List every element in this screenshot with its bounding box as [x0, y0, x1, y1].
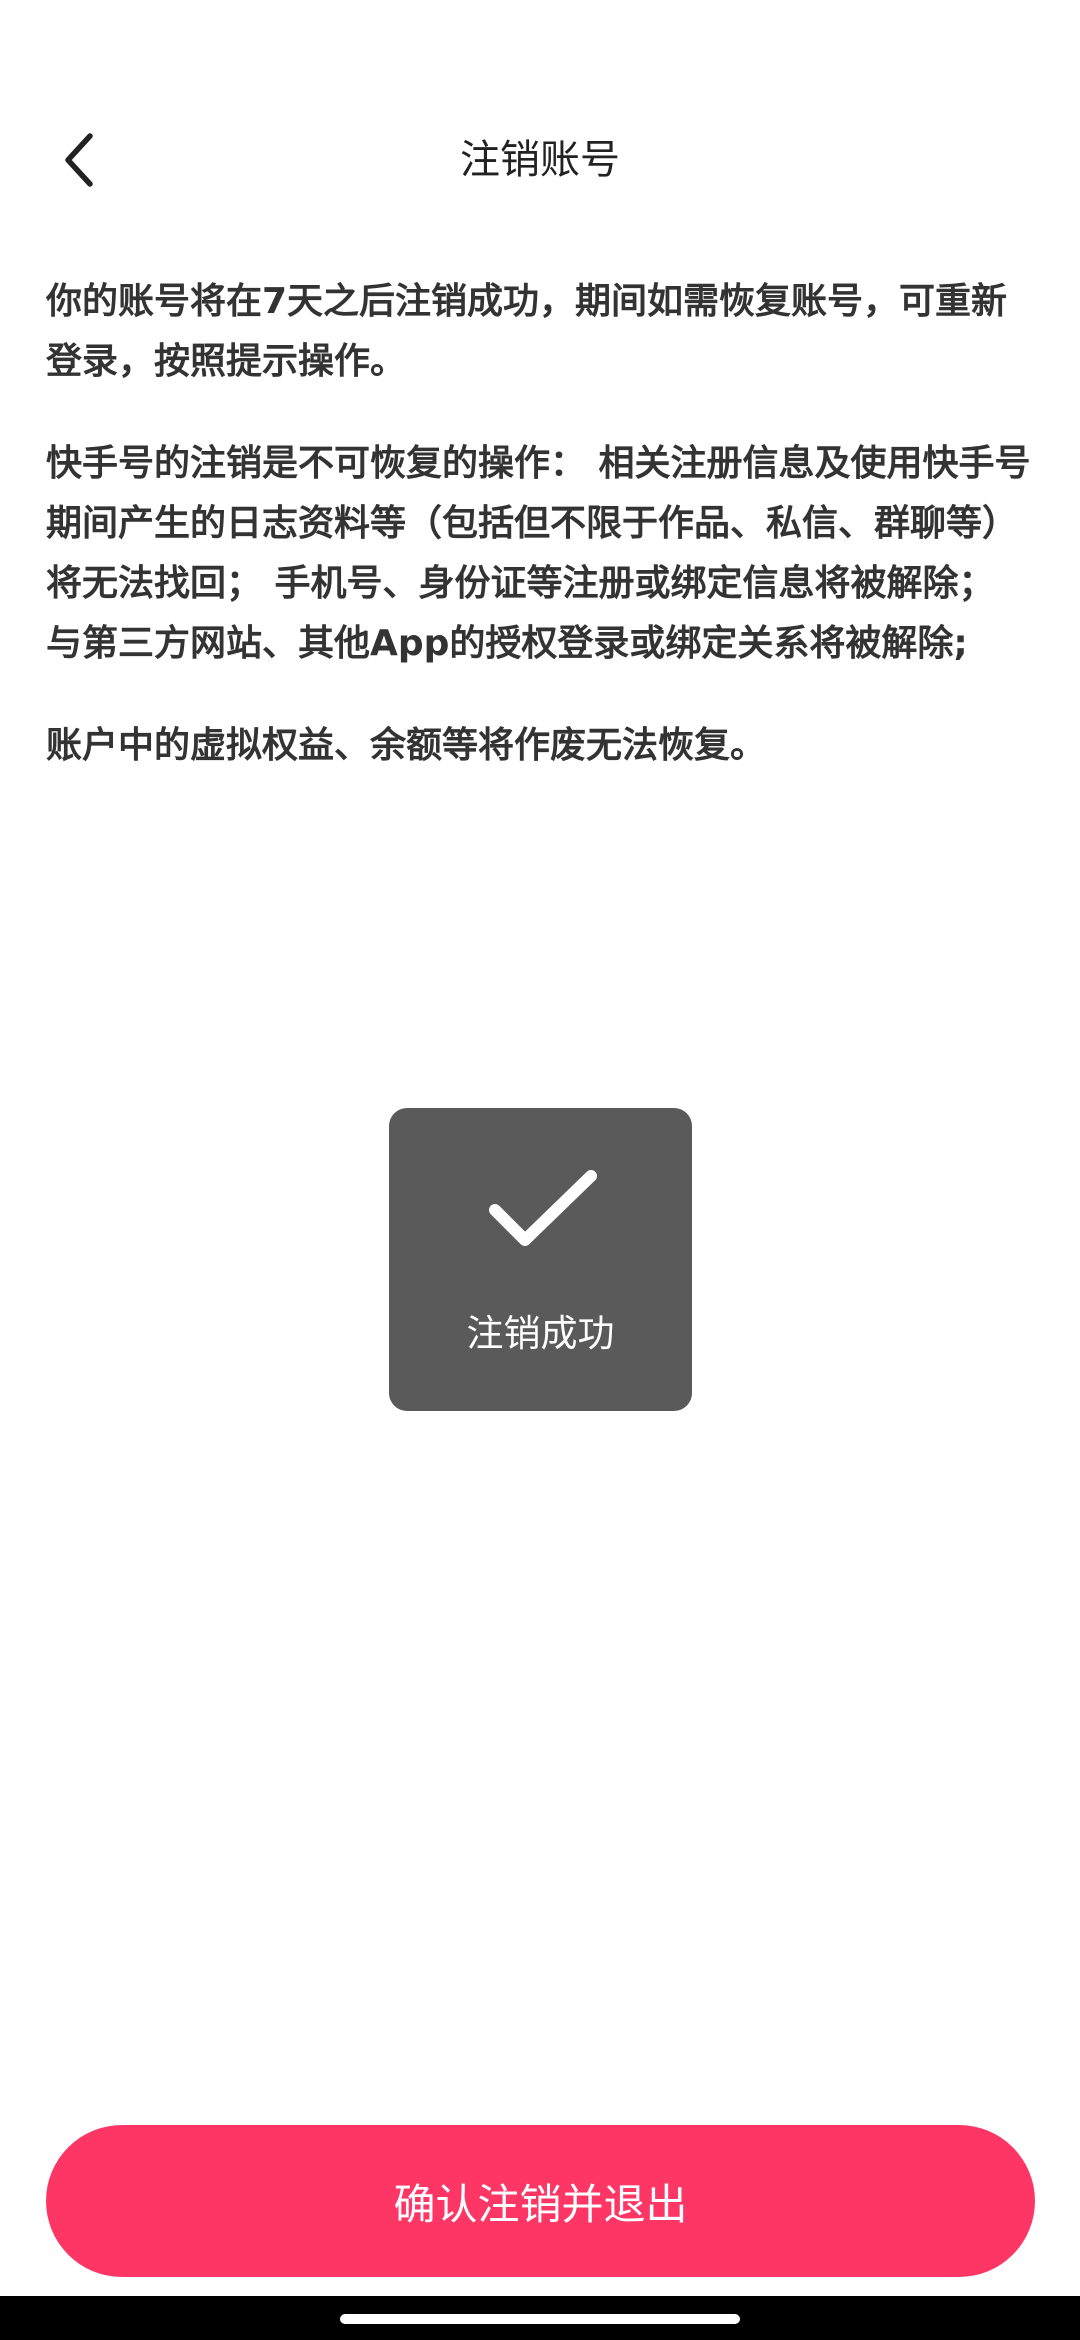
page-title: 注销账号: [460, 137, 620, 183]
confirm-deactivate-button[interactable]: 确认注销并退出: [46, 2125, 1035, 2277]
confirm-button-label: 确认注销并退出: [393, 2179, 688, 2229]
home-indicator[interactable]: [340, 2314, 740, 2324]
notice-paragraph-2: 快手号的注销是不可恢复的操作： 相关注册信息及使用快手号期间产生的日志资料等（包…: [46, 443, 1031, 664]
success-toast: 注销成功: [389, 1108, 692, 1411]
notice-paragraph-1: 你的账号将在7天之后注销成功，期间如需恢复账号，可重新登录，按照提示操作。: [46, 281, 1008, 382]
notice-content: 你的账号将在7天之后注销成功，期间如需恢复账号，可重新登录，按照提示操作。 快手…: [46, 272, 1036, 818]
header-bar: 注销账号: [0, 110, 1080, 210]
notice-paragraph-3: 账户中的虚拟权益、余额等将作废无法恢复。: [46, 725, 767, 766]
checkmark-icon: [489, 1170, 597, 1246]
toast-label: 注销成功: [466, 1312, 615, 1355]
system-nav-bar: [0, 2296, 1080, 2340]
